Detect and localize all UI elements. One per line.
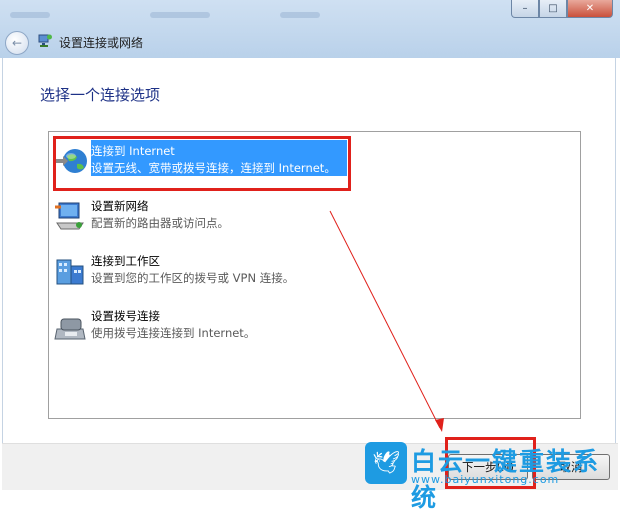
workplace-icon (56, 259, 84, 285)
minimize-button[interactable]: – (511, 0, 539, 18)
option-dialup-connection[interactable]: 设置拨号连接 使用拨号连接连接到 Internet。 (53, 303, 573, 351)
title-bar: – □ ✕ ← 设置连接或网络 (0, 0, 620, 58)
network-setup-icon (38, 34, 52, 47)
bird-logo-icon: 🕊 (365, 442, 407, 484)
option-title: 连接到工作区 (91, 254, 160, 268)
maximize-button[interactable]: □ (539, 0, 567, 18)
close-button[interactable]: ✕ (567, 0, 613, 18)
phone-icon (54, 318, 86, 340)
option-connect-workplace[interactable]: 连接到工作区 设置到您的工作区的拨号或 VPN 连接。 (53, 248, 573, 296)
blurred-text (150, 12, 210, 18)
option-description: 设置到您的工作区的拨号或 VPN 连接。 (91, 271, 295, 285)
option-description: 配置新的路由器或访问点。 (91, 216, 229, 230)
watermark: 🕊 白云一键重装系统 www.baiyunxitong.com (365, 440, 620, 512)
page-title: 选择一个连接选项 (40, 86, 161, 104)
option-title: 设置拨号连接 (91, 309, 160, 323)
network-icon (55, 202, 84, 230)
watermark-url: www.baiyunxitong.com (411, 473, 560, 486)
option-description: 使用拨号连接连接到 Internet。 (91, 326, 256, 340)
option-title: 设置新网络 (91, 199, 149, 213)
option-setup-new-network[interactable]: 设置新网络 配置新的路由器或访问点。 (53, 193, 573, 241)
blurred-text (280, 12, 320, 18)
window-title: 设置连接或网络 (59, 36, 144, 50)
blurred-text (10, 12, 50, 18)
back-arrow-icon: ← (11, 36, 23, 50)
back-button[interactable]: ← (5, 31, 29, 55)
annotation-box-option (53, 136, 351, 191)
window-controls: – □ ✕ (511, 0, 613, 18)
